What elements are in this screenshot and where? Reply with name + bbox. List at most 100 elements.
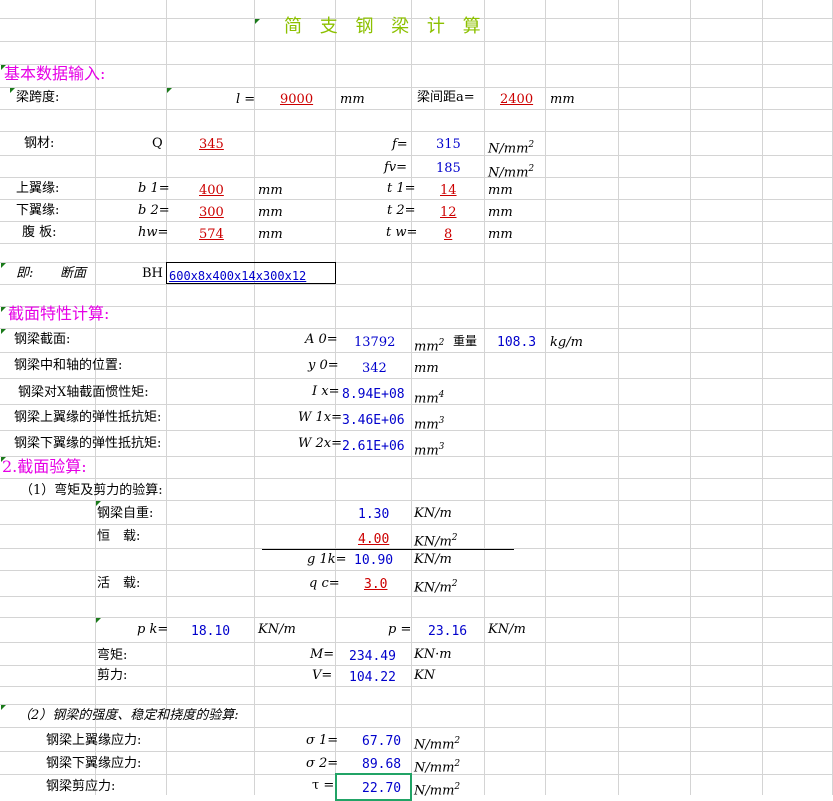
comment-marker — [1, 307, 6, 312]
area-value-cell[interactable]: 13792 — [354, 335, 395, 351]
row-divider — [0, 328, 833, 329]
spacing-value-cell[interactable]: 2400 — [500, 92, 533, 108]
sum-underline — [262, 549, 514, 550]
column-divider — [762, 0, 763, 795]
row-divider — [0, 524, 833, 525]
tau-symbol: τ = — [312, 778, 335, 793]
w1-value-cell[interactable]: 3.46E+06 — [342, 413, 405, 429]
f-unit: N/mm2 — [488, 140, 535, 157]
row-divider — [0, 221, 833, 222]
row-divider — [0, 199, 833, 200]
spacing-label: 梁间距a= — [417, 90, 475, 105]
column-divider — [254, 0, 255, 795]
tw-symbol: t w= — [386, 225, 418, 240]
row-divider — [0, 378, 833, 379]
ix-symbol: I x= — [312, 384, 340, 399]
hw-value-cell[interactable]: 574 — [199, 227, 224, 243]
span-label: 梁跨度: — [16, 90, 60, 105]
steel-label: 钢材: — [24, 136, 55, 151]
moment-label: 弯矩: — [97, 648, 128, 663]
y0-unit: mm — [414, 361, 439, 376]
row-divider — [0, 686, 833, 687]
t2-unit: mm — [488, 205, 513, 220]
tau-unit: N/mm2 — [414, 782, 461, 799]
strength-heading: （2）钢梁的强度、稳定和挠度的验算: — [18, 708, 239, 723]
area-unit: mm2 — [414, 338, 445, 355]
dead-load-unit: KN/m2 — [414, 533, 458, 550]
weight-value-cell[interactable]: 108.3 — [497, 335, 536, 351]
fv-unit: N/mm2 — [488, 164, 535, 181]
span-value-cell[interactable]: 9000 — [280, 92, 313, 108]
row-divider — [0, 570, 833, 571]
area-symbol: A 0= — [305, 332, 338, 347]
section-heading-section-check: 2.截面验算: — [2, 457, 87, 476]
gk-symbol: g 1k= — [307, 552, 347, 567]
row-divider — [0, 500, 833, 501]
moment-shear-heading: （1）弯矩及剪力的验算: — [20, 483, 163, 498]
gk-value-cell[interactable]: 10.90 — [354, 553, 393, 569]
row-divider — [0, 306, 833, 307]
comment-marker — [10, 88, 15, 93]
steel-grade-cell[interactable]: 345 — [199, 137, 224, 153]
t1-value-cell[interactable]: 14 — [440, 183, 457, 199]
row-divider — [0, 284, 833, 285]
section-heading-section-props: 截面特性计算: — [8, 304, 110, 323]
gk-unit: KN/m — [414, 552, 452, 567]
b1-value-cell[interactable]: 400 — [199, 183, 224, 199]
steel-prefix: Q — [152, 136, 163, 151]
hw-symbol: hw= — [138, 225, 169, 240]
qc-unit: KN/m2 — [414, 579, 458, 596]
row-divider — [0, 642, 833, 643]
w2-value-cell[interactable]: 2.61E+06 — [342, 439, 405, 455]
live-load-label: 活 载: — [97, 576, 141, 591]
b1-unit: mm — [258, 183, 283, 198]
b2-symbol: b 2= — [138, 203, 170, 218]
fv-value-cell[interactable]: 185 — [436, 161, 461, 177]
row-divider — [0, 41, 833, 42]
qc-symbol: q c= — [309, 576, 340, 591]
v-value-cell[interactable]: 104.22 — [349, 670, 396, 686]
comment-marker — [1, 705, 6, 710]
p-value-cell[interactable]: 23.16 — [428, 624, 467, 640]
m-symbol: M= — [310, 647, 335, 662]
ix-value-cell[interactable]: 8.94E+08 — [342, 387, 405, 403]
bh-value-cell[interactable]: 600x8x400x14x300x12 — [169, 268, 306, 284]
b2-value-cell[interactable]: 300 — [199, 205, 224, 221]
bottom-flange-label: 下翼缘: — [16, 203, 60, 218]
fv-symbol: fv= — [384, 160, 408, 175]
p-unit: KN/m — [488, 622, 526, 637]
comment-marker — [1, 263, 6, 268]
dead-load-value-cell[interactable]: 4.00 — [358, 532, 389, 548]
self-weight-unit: KN/m — [414, 506, 452, 521]
inertia-label: 钢梁对X轴截面惯性矩: — [18, 385, 149, 400]
qc-value-cell[interactable]: 3.0 — [364, 577, 387, 593]
f-value-cell[interactable]: 315 — [436, 137, 461, 153]
s2-unit: N/mm2 — [414, 759, 461, 776]
s2-value-cell[interactable]: 89.68 — [362, 757, 401, 773]
s1-value-cell[interactable]: 67.70 — [362, 734, 401, 750]
t2-symbol: t 2= — [387, 203, 416, 218]
y0-value-cell[interactable]: 342 — [362, 361, 387, 377]
row-divider — [0, 727, 833, 728]
bh-label: BH — [142, 266, 163, 281]
comment-marker — [1, 329, 6, 334]
span-symbol: l = — [236, 92, 256, 107]
self-weight-value-cell[interactable]: 1.30 — [358, 507, 389, 523]
p-symbol: p = — [388, 622, 412, 637]
pk-value-cell[interactable]: 18.10 — [191, 624, 230, 640]
neutral-axis-label: 钢梁中和轴的位置: — [14, 358, 123, 373]
column-divider — [484, 0, 485, 795]
t1-unit: mm — [488, 183, 513, 198]
row-divider — [0, 704, 833, 705]
row-divider — [0, 262, 833, 263]
t2-value-cell[interactable]: 12 — [440, 205, 457, 221]
row-divider — [0, 155, 833, 156]
w2-unit: mm3 — [414, 442, 445, 459]
ie-label: 即: — [16, 266, 34, 281]
tw-value-cell[interactable]: 8 — [444, 227, 452, 243]
m-value-cell[interactable]: 234.49 — [349, 649, 396, 665]
row-divider — [0, 177, 833, 178]
b1-symbol: b 1= — [138, 181, 170, 196]
s1-symbol: σ 1= — [306, 733, 339, 748]
m-unit: KN·m — [414, 647, 452, 662]
